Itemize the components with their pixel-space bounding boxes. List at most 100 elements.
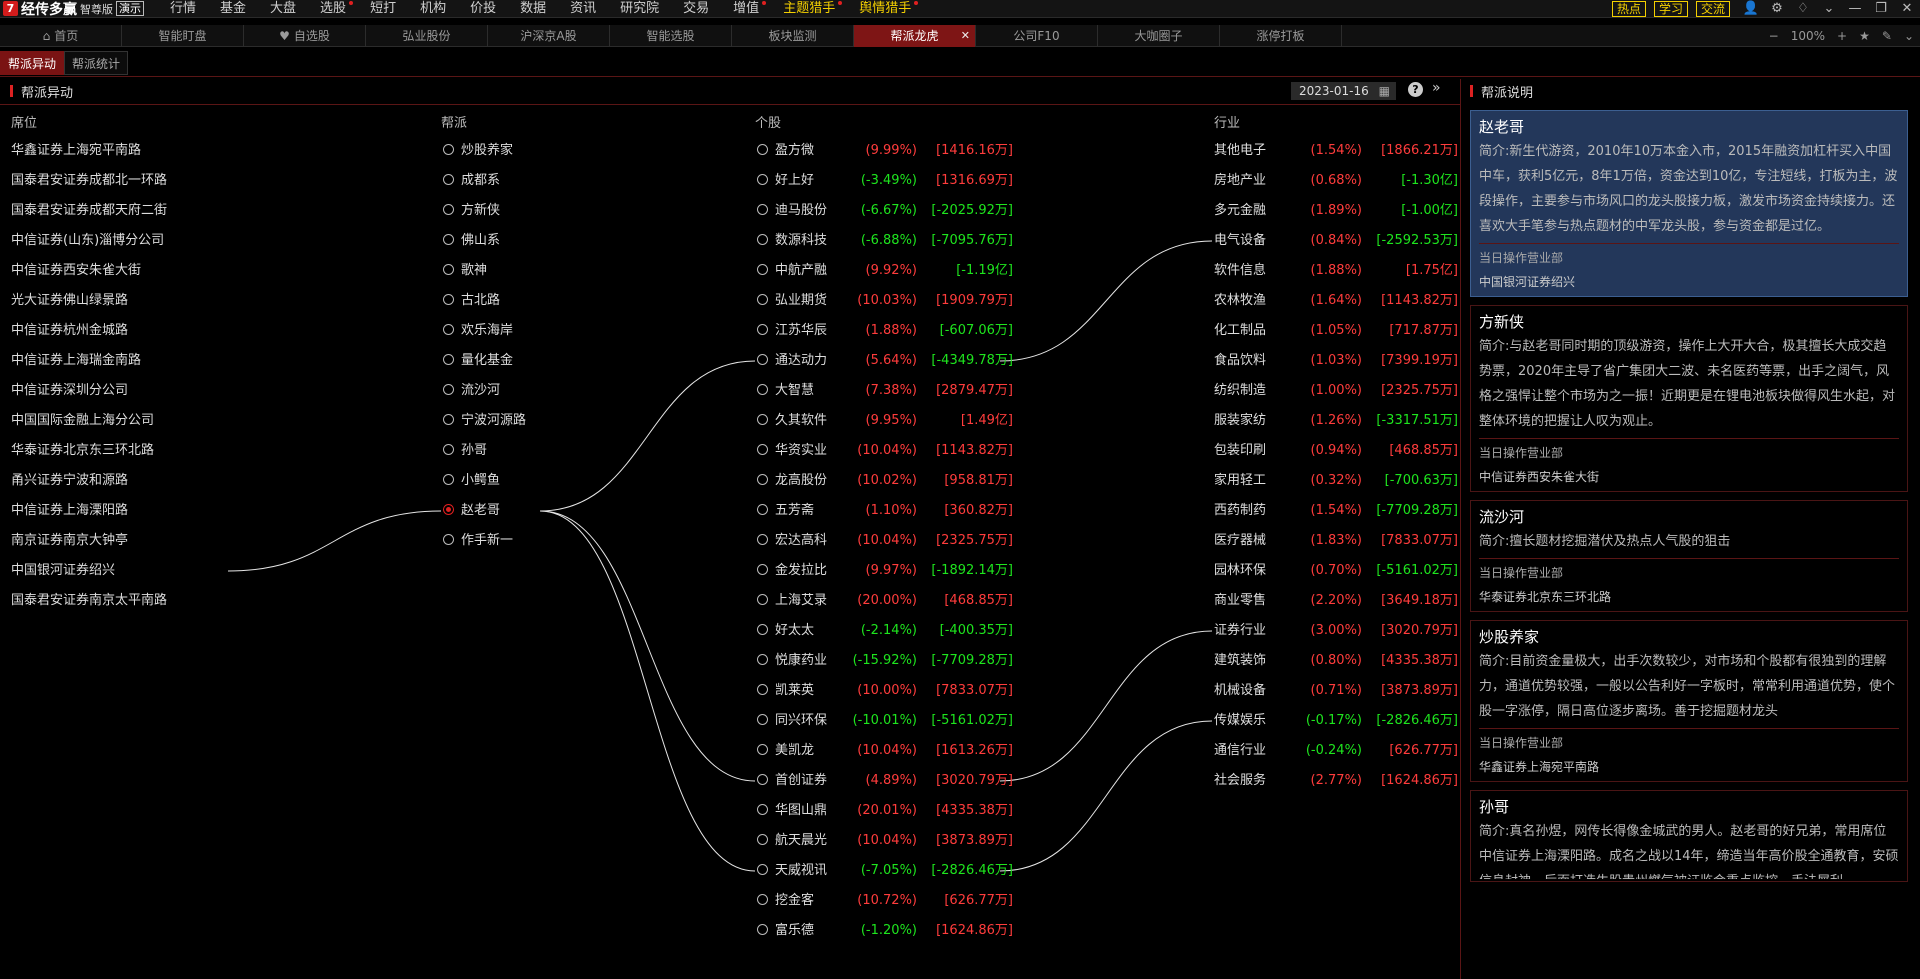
menu-item-0[interactable]: 行情 xyxy=(158,0,208,18)
menu-item-9[interactable]: 研究院 xyxy=(608,0,671,18)
faction-radio[interactable] xyxy=(443,444,454,455)
menu-item-11[interactable]: 增值 xyxy=(721,0,771,18)
faction-item[interactable]: 赵老哥 xyxy=(443,500,500,522)
zoom-out-button[interactable]: − xyxy=(1763,29,1785,43)
faction-item[interactable]: 量化基金 xyxy=(443,350,513,372)
stock-radio[interactable] xyxy=(757,594,768,605)
stock-radio[interactable] xyxy=(757,714,768,725)
seat-item[interactable]: 中信证券(山东)淄博分公司 xyxy=(11,230,164,252)
stock-item[interactable]: 同兴环保 (-10.01%) [-5161.02万] xyxy=(757,710,1013,732)
stock-item[interactable]: 中航产融 (9.92%) [-1.19亿] xyxy=(757,260,1013,282)
minimize-icon[interactable]: — xyxy=(1842,0,1868,18)
industry-item[interactable]: 服装家纺 (1.26%) [-3317.51万] xyxy=(1214,410,1458,432)
industry-item[interactable]: 园林环保 (0.70%) [-5161.02万] xyxy=(1214,560,1458,582)
faction-card[interactable]: 流沙河 简介:擅长题材挖掘潜伏及热点人气股的狙击 当日操作营业部 华泰证券北京东三环北… xyxy=(1470,500,1908,612)
industry-item[interactable]: 房地产业 (0.68%) [-1.30亿] xyxy=(1214,170,1458,192)
faction-radio[interactable] xyxy=(443,534,454,545)
faction-item[interactable]: 古北路 xyxy=(443,290,500,312)
stock-item[interactable]: 通达动力 (5.64%) [-4349.78万] xyxy=(757,350,1013,372)
seat-item[interactable]: 中信证券西安朱雀大街 xyxy=(11,260,141,282)
edit-icon[interactable]: ✎ xyxy=(1876,29,1898,43)
help-icon[interactable]: ? xyxy=(1408,82,1423,97)
industry-item[interactable]: 商业零售 (2.20%) [3649.18万] xyxy=(1214,590,1458,612)
faction-radio[interactable] xyxy=(443,324,454,335)
industry-item[interactable]: 社会服务 (2.77%) [1624.86万] xyxy=(1214,770,1458,792)
stock-item[interactable]: 金发拉比 (9.97%) [-1892.14万] xyxy=(757,560,1013,582)
chevron-down-icon[interactable]: ⌄ xyxy=(1816,0,1842,18)
stock-radio[interactable] xyxy=(757,204,768,215)
stock-item[interactable]: 华图山鼎 (20.01%) [4335.38万] xyxy=(757,800,1013,822)
faction-radio[interactable] xyxy=(443,174,454,185)
faction-radio[interactable] xyxy=(443,294,454,305)
menu-item-4[interactable]: 短打 xyxy=(358,0,408,18)
seat-item[interactable]: 南京证券南京大钟亭 xyxy=(11,530,128,552)
faction-radio[interactable] xyxy=(443,384,454,395)
faction-card[interactable]: 方新侠 简介:与赵老哥同时期的顶级游资，操作上大开大合，极其擅长大成交趋势票，20… xyxy=(1470,305,1908,492)
stock-item[interactable]: 五芳斋 (1.10%) [360.82万] xyxy=(757,500,1013,522)
tab-5[interactable]: 智能选股 xyxy=(610,25,732,47)
stock-item[interactable]: 数源科技 (-6.88%) [-7095.76万] xyxy=(757,230,1013,252)
stock-item[interactable]: 上海艾录 (20.00%) [468.85万] xyxy=(757,590,1013,612)
gear-icon[interactable]: ⚙ xyxy=(1764,0,1790,18)
stock-radio[interactable] xyxy=(757,804,768,815)
faction-radio[interactable] xyxy=(443,504,454,515)
stock-item[interactable]: 好上好 (-3.49%) [1316.69万] xyxy=(757,170,1013,192)
menu-item-8[interactable]: 资讯 xyxy=(558,0,608,18)
close-icon[interactable]: ✕ xyxy=(1894,0,1920,18)
menu-item-5[interactable]: 机构 xyxy=(408,0,458,18)
stock-item[interactable]: 盈方微 (9.99%) [1416.16万] xyxy=(757,140,1013,162)
faction-item[interactable]: 孙哥 xyxy=(443,440,487,462)
stock-radio[interactable] xyxy=(757,354,768,365)
demo-badge[interactable]: 演示 xyxy=(116,1,144,16)
stock-item[interactable]: 好太太 (-2.14%) [-400.35万] xyxy=(757,620,1013,642)
faction-card[interactable]: 赵老哥 简介:新生代游资，2010年10万本金入市，2015年融资加杠杆买入中国中… xyxy=(1470,110,1908,297)
stock-radio[interactable] xyxy=(757,744,768,755)
restore-icon[interactable]: ❐ xyxy=(1868,0,1894,18)
stock-item[interactable]: 凯莱英 (10.00%) [7833.07万] xyxy=(757,680,1013,702)
faction-item[interactable]: 方新侠 xyxy=(443,200,500,222)
learn-button[interactable]: 学习 xyxy=(1653,1,1688,17)
stock-radio[interactable] xyxy=(757,504,768,515)
seat-item[interactable]: 国泰君安证券南京太平南路 xyxy=(11,590,167,612)
tab-10[interactable]: 涨停打板 xyxy=(1220,25,1342,47)
tab-2[interactable]: ♥ 自选股 xyxy=(244,25,366,47)
stock-radio[interactable] xyxy=(757,474,768,485)
date-picker[interactable]: 2023-01-16 ▦ xyxy=(1291,82,1396,100)
menu-item-1[interactable]: 基金 xyxy=(208,0,258,18)
collapse-icon[interactable]: » xyxy=(1432,80,1441,96)
faction-item[interactable]: 宁波河源路 xyxy=(443,410,526,432)
menu-item-7[interactable]: 数据 xyxy=(508,0,558,18)
industry-item[interactable]: 机械设备 (0.71%) [3873.89万] xyxy=(1214,680,1458,702)
faction-card[interactable]: 炒股养家 简介:目前资金量极大，出手次数较少，对市场和个股都有很独到的理解力，通道… xyxy=(1470,620,1908,782)
menu-item-13[interactable]: 舆情猎手 xyxy=(847,0,923,18)
stock-radio[interactable] xyxy=(757,444,768,455)
menu-item-6[interactable]: 价投 xyxy=(458,0,508,18)
stock-radio[interactable] xyxy=(757,684,768,695)
seat-item[interactable]: 中信证券深圳分公司 xyxy=(11,380,128,402)
stock-item[interactable]: 弘业期货 (10.03%) [1909.79万] xyxy=(757,290,1013,312)
communicate-button[interactable]: 交流 xyxy=(1695,1,1730,17)
tab-3[interactable]: 弘业股份 xyxy=(366,25,488,47)
faction-radio[interactable] xyxy=(443,144,454,155)
stock-radio[interactable] xyxy=(757,534,768,545)
industry-item[interactable]: 软件信息 (1.88%) [1.75亿] xyxy=(1214,260,1458,282)
tab-0[interactable]: ⌂ 首页 xyxy=(0,25,122,47)
industry-item[interactable]: 电气设备 (0.84%) [-2592.53万] xyxy=(1214,230,1458,252)
seat-item[interactable]: 国泰君安证券成都北一环路 xyxy=(11,170,167,192)
faction-item[interactable]: 炒股养家 xyxy=(443,140,513,162)
stock-item[interactable]: 迪马股份 (-6.67%) [-2025.92万] xyxy=(757,200,1013,222)
stock-item[interactable]: 龙高股份 (10.02%) [958.81万] xyxy=(757,470,1013,492)
stock-radio[interactable] xyxy=(757,924,768,935)
stock-radio[interactable] xyxy=(757,174,768,185)
stock-item[interactable]: 航天晨光 (10.04%) [3873.89万] xyxy=(757,830,1013,852)
faction-card[interactable]: 孙哥 简介:真名孙煜，网传长得像金城武的男人。赵老哥的好兄弟，常用席位中信证券上海… xyxy=(1470,790,1908,882)
faction-item[interactable]: 欢乐海岸 xyxy=(443,320,513,342)
seat-item[interactable]: 国泰君安证券成都天府二街 xyxy=(11,200,167,222)
industry-item[interactable]: 证券行业 (3.00%) [3020.79万] xyxy=(1214,620,1458,642)
faction-radio[interactable] xyxy=(443,204,454,215)
star-icon[interactable]: ★ xyxy=(1853,29,1876,43)
stock-radio[interactable] xyxy=(757,294,768,305)
menu-item-10[interactable]: 交易 xyxy=(671,0,721,18)
stock-radio[interactable] xyxy=(757,564,768,575)
industry-item[interactable]: 包装印刷 (0.94%) [468.85万] xyxy=(1214,440,1458,462)
